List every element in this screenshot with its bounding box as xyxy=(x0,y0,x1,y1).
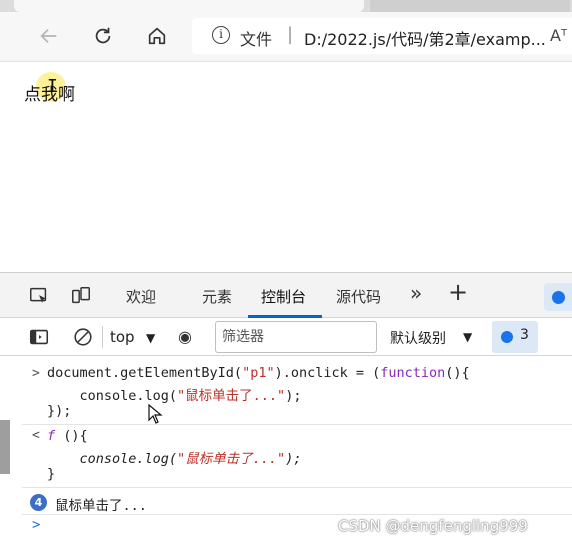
repeat-count-badge: 4 xyxy=(30,494,47,511)
console-divider xyxy=(22,424,572,425)
console-input-line: console.log("鼠标单击了..."); xyxy=(47,388,302,404)
console-result-line: console.log("鼠标单击了..."); xyxy=(47,451,302,467)
toolbar-divider xyxy=(102,326,103,348)
text-cursor-icon: I xyxy=(47,76,58,97)
address-bar[interactable]: i 文件 | D:/2022.js/代码/第2章/examp... Aᵀ xyxy=(192,18,572,54)
inspect-element-icon[interactable] xyxy=(28,285,50,307)
context-selector[interactable]: top xyxy=(110,328,135,346)
watermark: CSDN @dengfengling999 xyxy=(338,517,528,535)
clear-console-icon[interactable] xyxy=(72,326,94,348)
console-filter-bar: top ▼ ◉ 默认级别 ▼ 3 xyxy=(0,318,572,356)
reload-icon xyxy=(95,27,111,44)
issues-count: 3 xyxy=(520,327,529,343)
left-scroll-edge xyxy=(0,420,10,474)
browser-tab-inactive[interactable] xyxy=(370,0,570,12)
tab-welcome[interactable]: 欢迎 xyxy=(126,286,156,307)
read-aloud-icon[interactable]: Aᵀ xyxy=(550,26,567,45)
mouse-pointer-icon xyxy=(148,404,163,424)
device-emulation-icon[interactable] xyxy=(70,285,92,307)
output-prompt-icon: < xyxy=(32,428,40,443)
address-protocol-label: 文件 xyxy=(240,30,273,49)
filter-input[interactable] xyxy=(215,321,377,353)
more-tabs-icon[interactable]: » xyxy=(410,281,422,305)
info-icon[interactable]: i xyxy=(212,26,230,44)
devtools-tab-bar: 欢迎 元素 控制台 源代码 » + xyxy=(0,272,572,318)
caret-down-icon[interactable]: ▼ xyxy=(463,330,472,344)
browser-tab-active[interactable] xyxy=(14,0,364,12)
console-divider xyxy=(22,487,572,488)
address-separator: | xyxy=(287,24,294,45)
issues-button[interactable]: 3 xyxy=(492,321,538,353)
address-url[interactable]: D:/2022.js/代码/第2章/examp... xyxy=(304,26,546,50)
console-input-caret[interactable]: > xyxy=(32,517,40,533)
browser-tab-strip xyxy=(0,0,572,12)
log-level-selector[interactable]: 默认级别 xyxy=(390,328,446,348)
input-prompt-icon: > xyxy=(32,366,40,381)
home-button[interactable] xyxy=(142,21,172,51)
browser-toolbar: i 文件 | D:/2022.js/代码/第2章/examp... Aᵀ xyxy=(0,12,572,62)
reload-button[interactable] xyxy=(88,21,118,51)
home-icon xyxy=(148,27,166,45)
back-button[interactable] xyxy=(34,21,64,51)
tab-elements[interactable]: 元素 xyxy=(202,286,232,307)
add-tab-icon[interactable]: + xyxy=(448,278,468,306)
console-result-line: } xyxy=(47,466,56,482)
issues-icon xyxy=(552,291,565,304)
tab-sources[interactable]: 源代码 xyxy=(336,286,381,307)
console-input-line: document.getElementById("p1").onclick = … xyxy=(47,365,470,381)
console-input-line: }); xyxy=(47,403,72,419)
console-log-message[interactable]: 鼠标单击了... xyxy=(55,494,147,514)
arrow-left-icon xyxy=(40,28,57,44)
tab-console[interactable]: 控制台 xyxy=(261,286,306,307)
issues-badge-top[interactable] xyxy=(544,283,572,311)
caret-down-icon[interactable]: ▼ xyxy=(146,331,155,345)
issues-icon xyxy=(501,331,513,343)
sidebar-toggle-icon[interactable] xyxy=(28,326,50,348)
console-divider xyxy=(22,514,572,515)
eye-icon[interactable]: ◉ xyxy=(178,327,192,346)
console-result-line[interactable]: f (){ xyxy=(47,428,88,444)
page-viewport: 点我啊 I xyxy=(0,62,572,272)
